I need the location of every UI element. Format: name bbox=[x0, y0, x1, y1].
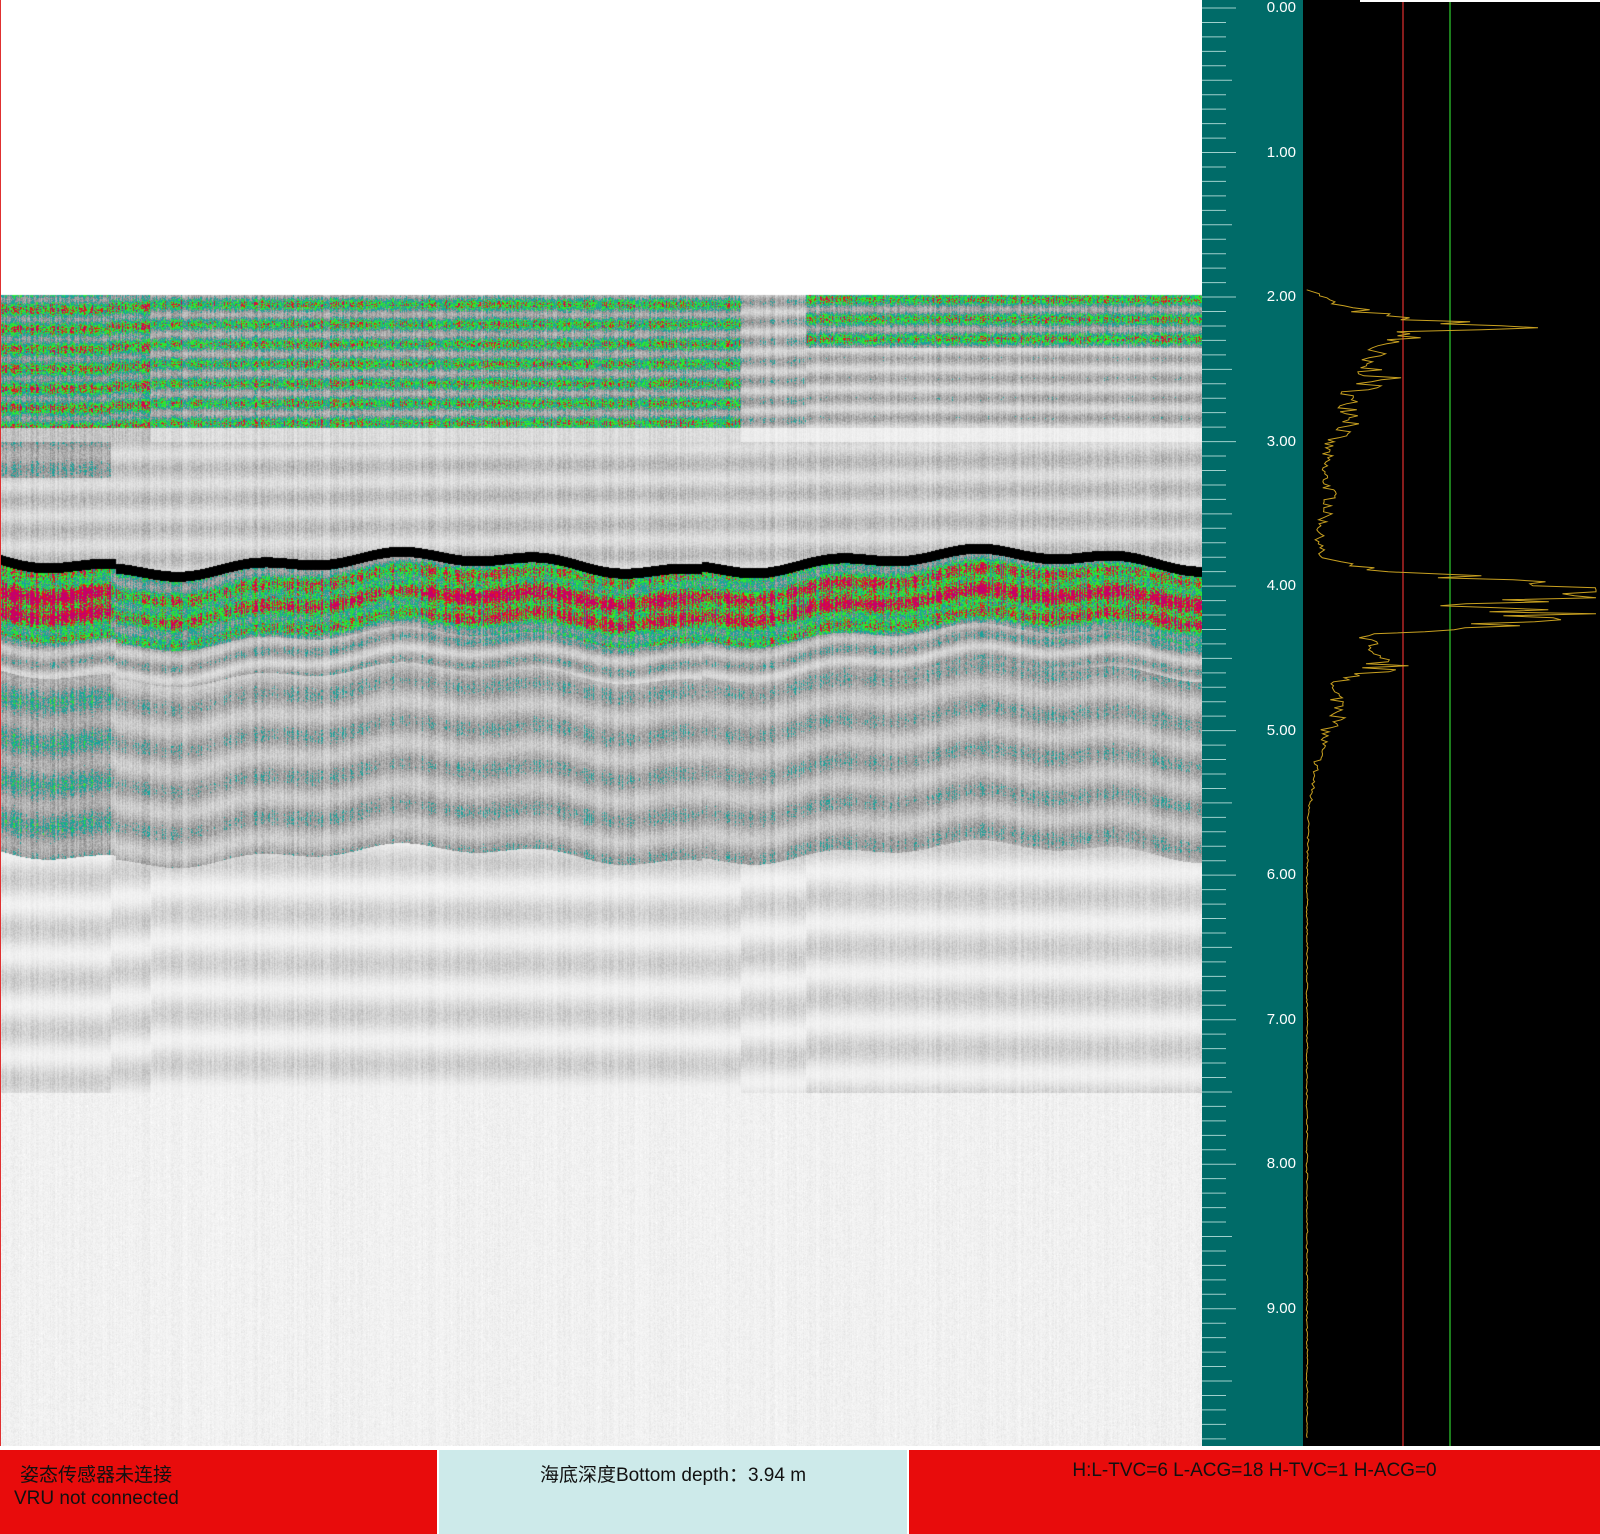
depth-tick-label: 6.00 bbox=[1266, 866, 1296, 884]
vru-status-cn: 姿态传感器未连接 bbox=[20, 1465, 173, 1486]
bottom-depth-readout: 海底深度Bottom depth：3.94 m bbox=[539, 1465, 807, 1486]
vru-status-en: VRU not connected bbox=[14, 1488, 179, 1509]
waveform-plot bbox=[1305, 0, 1600, 1446]
depth-tick-label: 1.00 bbox=[1266, 143, 1296, 161]
depth-tick-label: 0.00 bbox=[1266, 0, 1296, 16]
waveform-trace bbox=[1305, 289, 1597, 1438]
bottom-depth-cell: 海底深度Bottom depth：3.94 m bbox=[439, 1450, 907, 1534]
waveform-panel bbox=[1303, 0, 1600, 1446]
gain-settings-cell: H:L-TVC=6 L-ACG=18 H-TVC=1 H-ACG=0 bbox=[909, 1450, 1600, 1534]
echogram-view[interactable] bbox=[0, 0, 1202, 1446]
gain-settings-readout: H:L-TVC=6 L-ACG=18 H-TVC=1 H-ACG=0 bbox=[1072, 1460, 1437, 1481]
depth-tick-label: 3.00 bbox=[1266, 432, 1296, 450]
status-bar: 姿态传感器未连接 VRU not connected 海底深度Bottom de… bbox=[0, 1446, 1600, 1534]
depth-tick-label: 4.00 bbox=[1266, 577, 1296, 595]
vru-status-cell: 姿态传感器未连接 VRU not connected bbox=[0, 1450, 437, 1534]
echogram-canvas bbox=[1, 0, 1202, 1446]
depth-tick-label: 8.00 bbox=[1266, 1155, 1296, 1173]
depth-tick-label: 2.00 bbox=[1266, 288, 1296, 306]
depth-tick-label: 7.00 bbox=[1266, 1010, 1296, 1028]
depth-tick-label: 5.00 bbox=[1266, 721, 1296, 739]
depth-scale: 0.00 1.00 2.00 3.00 4.00 5.00 6.00 7.00 8.00 9.00 bbox=[1202, 0, 1303, 1446]
depth-tick-label: 9.00 bbox=[1266, 1299, 1296, 1317]
